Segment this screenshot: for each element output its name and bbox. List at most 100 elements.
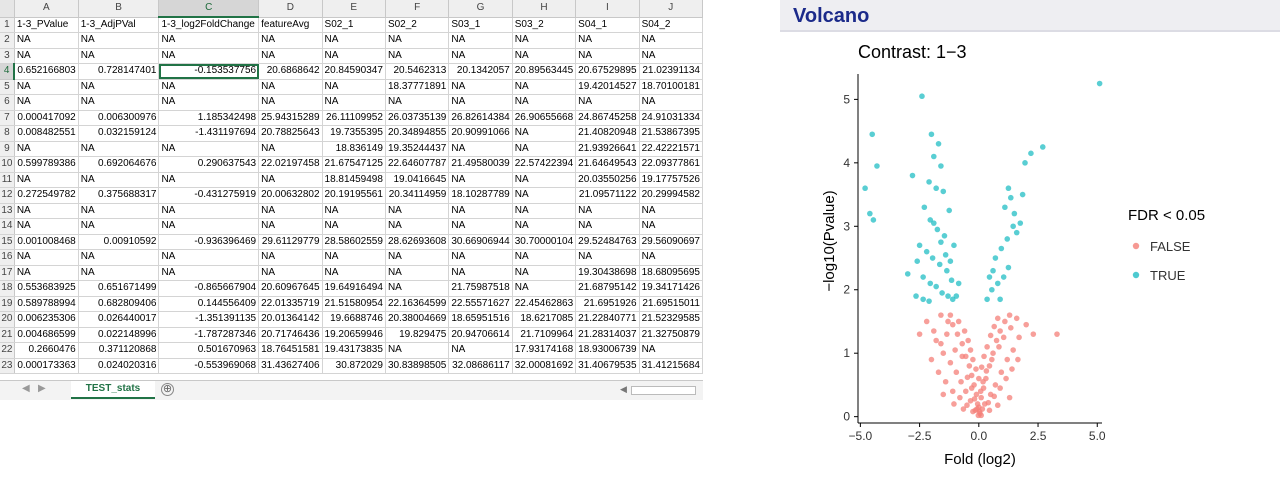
table-cell[interactable]: NA [78,265,160,281]
table-cell[interactable]: NA [322,218,386,235]
table-cell[interactable]: 21.69515011 [639,296,703,312]
table-cell[interactable]: NA [258,218,323,235]
table-cell[interactable]: NA [575,94,640,111]
row-header[interactable]: 12 [0,187,15,204]
table-cell[interactable]: -0.865667904 [158,280,260,297]
row-header[interactable]: 18 [0,280,15,297]
table-cell[interactable]: 20.00632802 [258,187,323,204]
table-cell[interactable]: NA [448,249,513,266]
table-cell[interactable]: NA [78,172,160,188]
table-cell[interactable]: 0.375688317 [78,187,160,204]
table-cell[interactable]: 28.62693608 [385,234,450,250]
row-header[interactable]: 19 [0,296,15,312]
table-cell[interactable]: 21.32750879 [639,327,703,343]
table-cell[interactable]: NA [158,141,260,157]
table-cell[interactable]: 19.64916494 [322,280,386,297]
table-cell[interactable]: NA [78,249,160,266]
table-cell[interactable]: 21.64649543 [575,156,640,173]
table-cell[interactable]: 22.57422394 [512,156,577,173]
table-cell[interactable]: NA [512,249,577,266]
table-cell[interactable]: 20.01364142 [258,311,323,328]
row-header[interactable]: 6 [0,94,15,111]
table-cell[interactable]: 21.6951926 [575,296,640,312]
table-cell[interactable]: NA [575,48,640,64]
table-cell[interactable]: 20.78825643 [258,125,323,142]
table-cell[interactable]: 18.68095695 [639,265,703,281]
table-cell[interactable]: NA [448,141,513,157]
table-cell[interactable]: 0.026440017 [78,311,160,328]
table-cell[interactable]: NA [78,203,160,219]
scrollbar-thumb[interactable] [631,386,696,395]
table-cell[interactable]: NA [448,172,513,188]
row-header[interactable]: 2 [0,32,15,49]
row-header[interactable]: 15 [0,234,15,250]
table-cell[interactable]: 26.11109952 [322,110,386,126]
table-cell[interactable]: NA [14,203,79,219]
table-cell[interactable]: 26.82614384 [448,110,513,126]
table-cell[interactable]: NA [14,48,79,64]
table-cell[interactable]: NA [158,32,260,49]
table-cell[interactable]: 30.83898505 [385,358,450,374]
table-cell[interactable]: NA [448,48,513,64]
column-header[interactable]: F [385,0,450,18]
table-cell[interactable]: 18.76451581 [258,342,323,359]
row-header[interactable]: 20 [0,311,15,328]
table-cell[interactable]: -0.431275919 [158,187,260,204]
table-cell[interactable]: 19.829475 [385,327,450,343]
table-cell[interactable]: NA [14,249,79,266]
table-cell[interactable]: NA [322,203,386,219]
table-cell[interactable]: S02_2 [385,17,450,33]
table-cell[interactable]: 26.90655668 [512,110,577,126]
row-header[interactable]: 17 [0,265,15,281]
table-cell[interactable]: -0.153537756 [158,63,260,80]
table-cell[interactable]: 20.67529895 [575,63,640,80]
table-cell[interactable]: 21.28314037 [575,327,640,343]
table-cell[interactable]: 18.93006739 [575,342,640,359]
row-header[interactable]: 11 [0,172,15,188]
table-cell[interactable]: 20.19195561 [322,187,386,204]
table-cell[interactable]: NA [322,79,386,95]
table-cell[interactable]: NA [512,32,577,49]
table-cell[interactable]: 0.000173363 [14,358,79,374]
table-cell[interactable]: featureAvg [258,17,323,33]
table-cell[interactable]: 0.290637543 [158,156,260,173]
table-cell[interactable]: 0.501670963 [158,342,260,359]
table-cell[interactable]: NA [322,32,386,49]
table-cell[interactable]: NA [639,94,703,111]
table-cell[interactable]: 22.09377861 [639,156,703,173]
sheet-tab-test-stats[interactable]: TEST_stats [71,381,155,399]
table-cell[interactable]: 19.7355395 [322,125,386,142]
table-cell[interactable]: 19.30438698 [575,265,640,281]
table-cell[interactable]: 0.589788994 [14,296,79,312]
table-cell[interactable]: 19.17757526 [639,172,703,188]
table-cell[interactable]: NA [512,141,577,157]
row-header[interactable]: 4 [0,63,16,80]
table-cell[interactable]: NA [512,187,577,204]
table-cell[interactable]: NA [385,32,450,49]
table-cell[interactable]: NA [448,203,513,219]
table-cell[interactable]: 18.65951516 [448,311,513,328]
table-cell[interactable]: 22.55571627 [448,296,513,312]
table-cell[interactable]: S03_1 [448,17,513,33]
row-header[interactable]: 9 [0,141,15,157]
horizontal-scrollbar[interactable]: ◀ [606,384,696,396]
table-cell[interactable]: NA [258,79,323,95]
table-cell[interactable]: NA [78,141,160,157]
table-cell[interactable]: NA [575,249,640,266]
table-cell[interactable]: 20.94706614 [448,327,513,343]
table-cell[interactable]: 21.53867395 [639,125,703,142]
table-cell[interactable]: 19.42014527 [575,79,640,95]
table-cell[interactable]: NA [512,125,577,142]
scroll-left-icon[interactable]: ◀ [620,384,627,395]
table-cell[interactable]: 19.6688746 [322,311,386,328]
row-header[interactable]: 5 [0,79,15,95]
select-all-corner[interactable] [0,0,15,18]
table-cell[interactable]: 0.008482551 [14,125,79,142]
table-cell[interactable]: NA [448,265,513,281]
table-cell[interactable]: 0.022148996 [78,327,160,343]
table-cell[interactable]: NA [258,203,323,219]
table-cell[interactable]: 18.81459498 [322,172,386,188]
table-cell[interactable]: NA [258,32,323,49]
table-cell[interactable]: 22.01335719 [258,296,323,312]
table-cell[interactable]: NA [322,48,386,64]
